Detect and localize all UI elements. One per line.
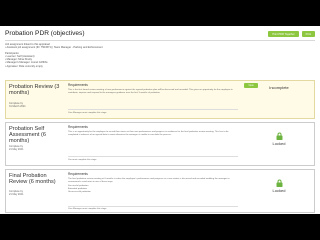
stage-title: Final Probation Review (6 months) [9,173,56,186]
lock-icon [276,179,282,187]
print-button[interactable]: Print [301,31,315,38]
requirements-heading: Requirements [68,172,88,176]
stage-footer: Your Manager must complete this stage [68,112,107,114]
stage-card-self-assessment: Probation Self Assessment (6 months) Com… [5,122,315,166]
stage-status: Locked [250,132,308,146]
print-pdr-together-button[interactable]: Print PDR Together [268,31,299,38]
complete-by-date: 21 May 2021 [9,193,24,196]
lock-icon [276,132,282,140]
stage-card-probation-review: Probation Review (3 months) Complete by … [5,80,315,119]
divider [68,109,238,110]
divider [68,156,238,157]
status-badge: Locked [272,141,286,146]
complete-by-date: 21 May 2021 [9,148,24,151]
meta-line: • Appraiser: Role currently empty [5,64,43,68]
complete-by-date: 31 March 2021 [9,105,26,108]
stage-status: Locked [250,179,308,193]
divider [68,205,238,206]
requirements-text: This is the first formal review meeting … [68,89,233,94]
divider [5,40,315,41]
stage-due: Complete by 21 May 2021 [9,190,64,196]
requirements-text: The final probation review meeting at 6 … [68,178,230,183]
stage-title: Probation Review (3 months) [9,84,60,97]
requirements-heading: Requirements [68,83,88,87]
page-title: Probation PDR (objectives) [5,30,85,37]
stage-footer: Your Manager must complete this stage [68,208,107,210]
stage-due: Complete by 31 March 2021 [9,102,64,108]
status-badge: Locked [272,188,286,193]
appraisal-meta: Job assignment linked to this appraisal:… [5,43,155,68]
top-actions: Print PDR Together Print [268,31,315,38]
list-item: Unsuccessful probation [68,191,91,194]
stage-card-final-review: Final Probation Review (6 months) Comple… [5,169,315,213]
requirements-heading: Requirements [68,125,88,129]
stage-due: Complete by 21 May 2021 [9,145,64,151]
stage-requirements: Requirements This is an opportunity for … [68,125,238,137]
requirements-text: This is an opportunity for the employee … [68,131,229,136]
stage-requirements: Requirements This is the first formal re… [68,83,238,95]
stage-requirements: Requirements The final probation review … [68,172,238,194]
probation-pdr-page: Probation PDR (objectives) Print PDR Tog… [0,26,320,214]
stage-footer: You must complete this stage [68,159,97,161]
status-badge: Incomplete [269,85,289,90]
stage-title: Probation Self Assessment (6 months) [9,126,46,145]
outcome-options: Successful probation Extended probation … [68,185,238,194]
